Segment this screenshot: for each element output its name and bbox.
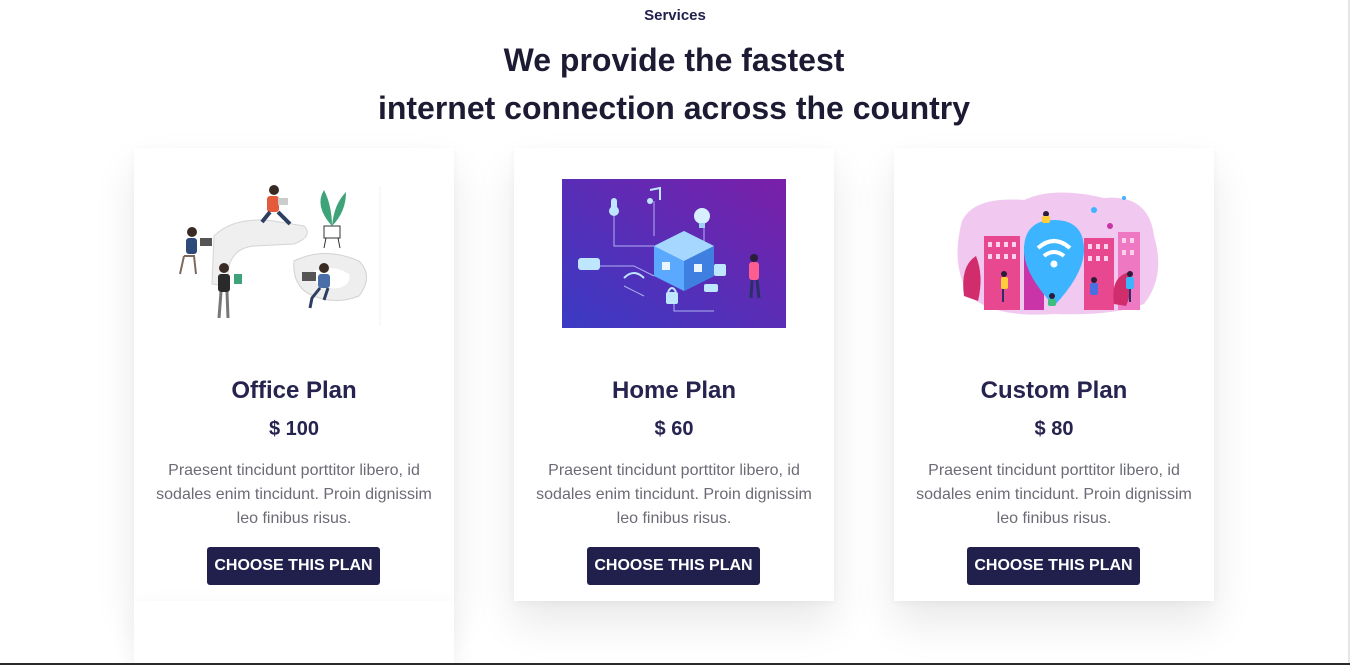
headline-line-1: We provide the fastest [503,42,845,78]
plan-description: Praesent tincidunt porttitor libero, id … [916,462,1192,527]
plan-description: Praesent tincidunt porttitor libero, id … [536,462,812,527]
services-page: Services We provide the fastest internet… [0,0,1350,665]
choose-plan-button[interactable]: CHOOSE THIS PLAN [207,547,380,585]
plan-description: Praesent tincidunt porttitor libero, id … [156,462,432,527]
smart-home-network-illustration [562,179,786,328]
choose-plan-button[interactable]: CHOOSE THIS PLAN [967,547,1140,585]
plan-card-custom: Custom Plan $ 80 Praesent tincidunt port… [894,148,1214,601]
plan-card-next [134,601,454,663]
section-headline: We provide the fastest internet connecti… [0,36,1348,132]
plan-name: Home Plan [611,377,737,404]
plan-price: $ 100 [268,418,320,440]
plan-card-office: Office Plan $ 100 Praesent tincidunt por… [134,148,454,601]
section-eyebrow: Services [644,7,706,24]
plan-price: $ 60 [654,418,694,440]
plan-name: Office Plan [231,377,357,404]
headline-line-2: internet connection across the country [377,90,971,126]
plan-price: $ 80 [1034,418,1074,440]
city-wifi-hotspot-illustration [957,192,1159,315]
plan-name: Custom Plan [980,377,1128,404]
plan-card-home: Home Plan $ 60 Praesent tincidunt portti… [514,148,834,601]
choose-plan-button[interactable]: CHOOSE THIS PLAN [587,547,760,585]
office-coworking-illustration [179,185,381,326]
